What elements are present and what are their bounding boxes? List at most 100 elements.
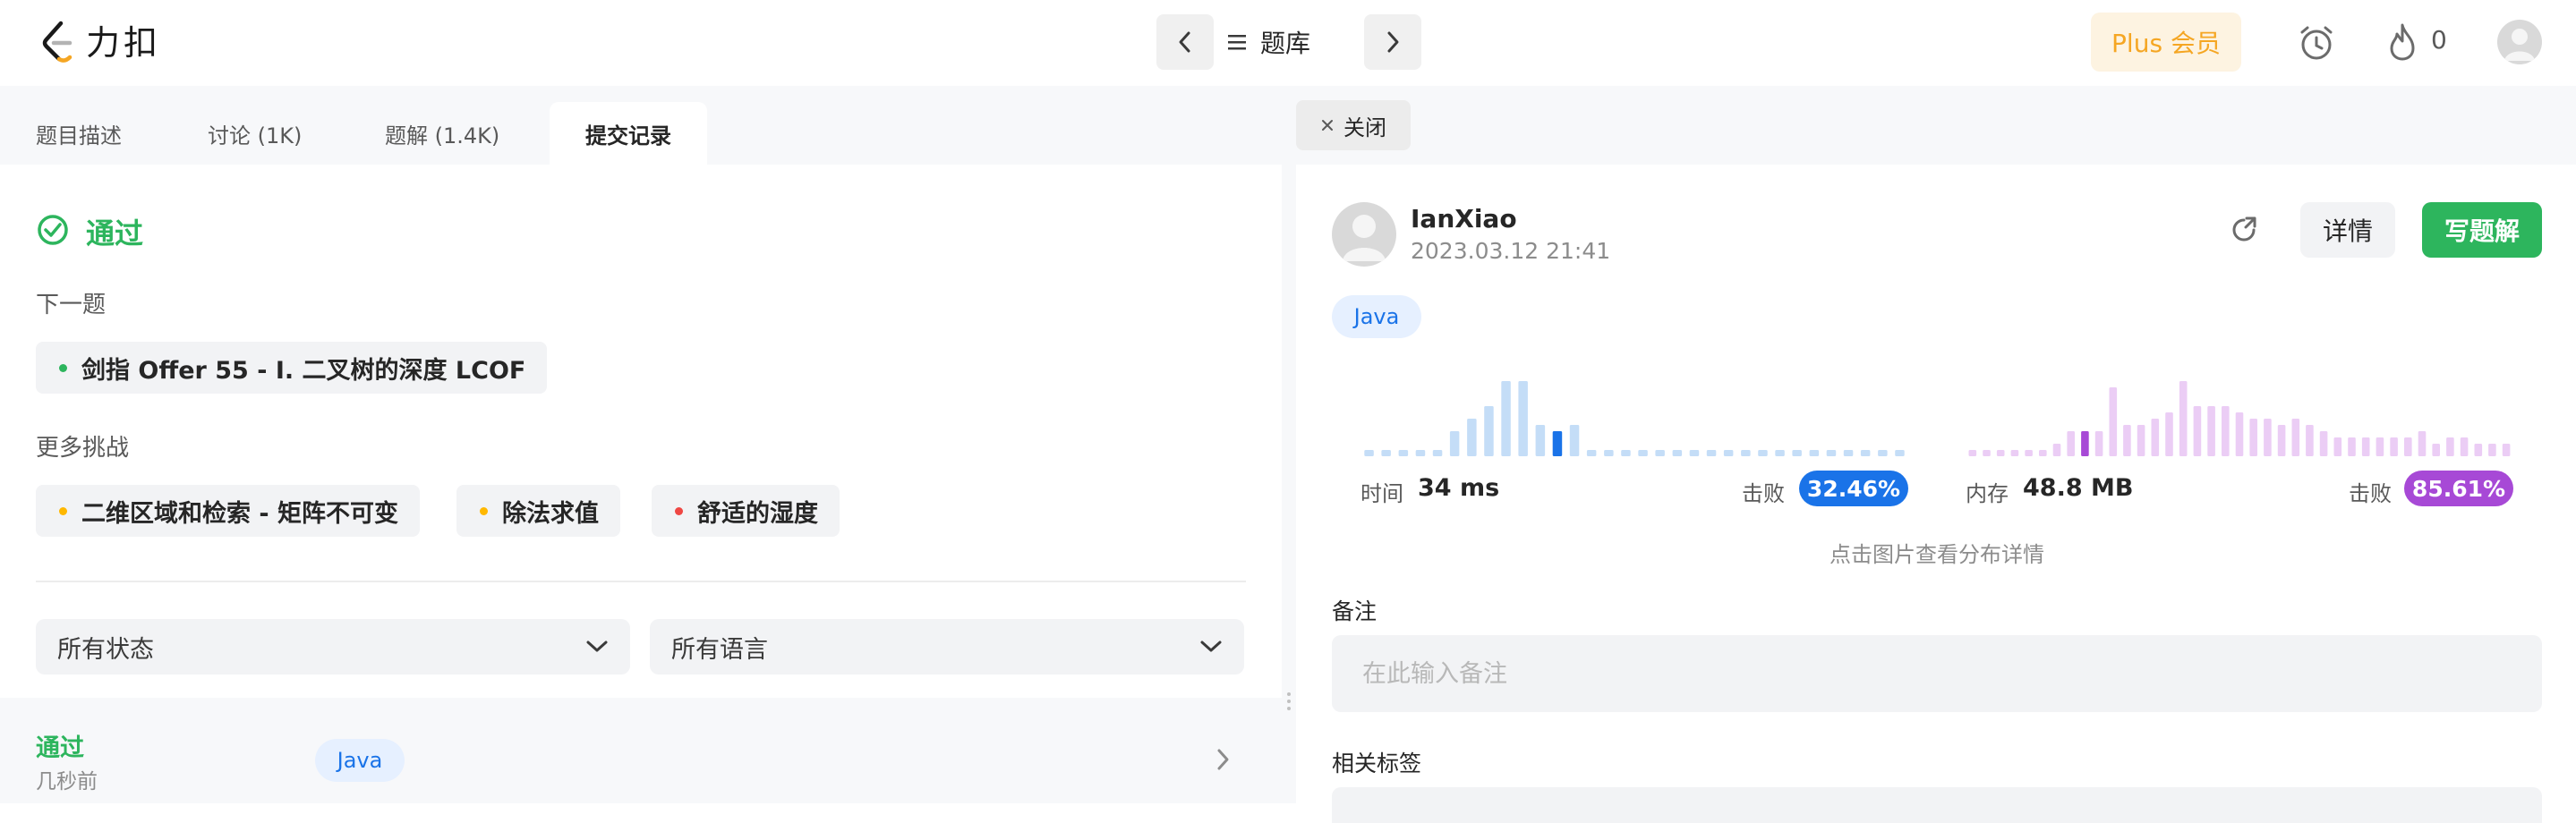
user-avatar[interactable] xyxy=(2497,20,2542,64)
chevron-right-icon xyxy=(1387,31,1399,53)
check-circle-icon xyxy=(38,215,68,245)
prev-problem-button[interactable] xyxy=(1156,14,1214,70)
chevron-down-icon xyxy=(586,641,608,652)
histogram-bar xyxy=(1484,406,1494,456)
submission-date: 2023.03.12 21:41 xyxy=(1411,238,1611,264)
histogram-bar xyxy=(2502,444,2511,456)
logo-text[interactable]: 力扣 xyxy=(86,21,161,64)
histogram-bar xyxy=(2446,437,2454,456)
memory-beats-badge: 85.61% xyxy=(2404,471,2513,506)
memory-label: 内存 xyxy=(1966,481,2009,506)
next-problem-title: 剑指 Offer 55 - I. 二叉树的深度 LCOF xyxy=(81,356,526,385)
runtime-label: 时间 xyxy=(1361,481,1403,506)
difficulty-dot xyxy=(59,363,67,372)
histogram-bar xyxy=(1655,450,1665,456)
note-input[interactable] xyxy=(1332,635,2542,712)
tab-discussion[interactable]: 讨论 (1K) xyxy=(208,102,302,165)
challenge-chip[interactable]: 除法求值 xyxy=(456,485,620,537)
runtime-beats-label: 击败 xyxy=(1742,481,1785,506)
tab-description[interactable]: 题目描述 xyxy=(36,102,122,165)
histogram-bar xyxy=(2249,419,2257,456)
histogram-bar xyxy=(2333,437,2342,456)
challenge-chip[interactable]: 舒适的湿度 xyxy=(652,485,840,537)
histogram-bar xyxy=(1792,450,1802,456)
submission-row[interactable] xyxy=(0,698,1282,803)
histogram-bar xyxy=(2025,450,2033,456)
language-badge: Java xyxy=(1332,295,1421,338)
histogram-bar xyxy=(2010,450,2019,456)
histogram-bar xyxy=(1467,419,1477,456)
submitter-avatar[interactable] xyxy=(1332,202,1396,267)
runtime-value: 34 ms xyxy=(1418,474,1500,502)
leetcode-logo-icon[interactable] xyxy=(39,20,75,64)
default-user-icon xyxy=(2504,29,2535,61)
memory-distribution-chart[interactable] xyxy=(1966,376,2513,456)
tab-solutions[interactable]: 题解 (1.4K) xyxy=(385,102,499,165)
histogram-bar xyxy=(1996,450,2005,456)
submission-language-badge: Java xyxy=(315,739,405,782)
histogram-bar-selected xyxy=(2081,431,2089,456)
histogram-bar xyxy=(1706,450,1717,456)
status-filter-select[interactable]: 所有状态 xyxy=(36,619,630,675)
chevron-down-icon xyxy=(1200,641,1222,652)
histogram-bar xyxy=(2137,425,2145,456)
histogram-bar xyxy=(2193,406,2202,456)
close-icon xyxy=(1322,120,1333,131)
result-status-title: 通过 xyxy=(86,216,144,250)
histogram-bar xyxy=(2264,419,2272,456)
histogram-bar xyxy=(1569,425,1580,456)
challenge-title: 二维区域和检索 - 矩阵不可变 xyxy=(81,499,399,528)
problem-list-button[interactable]: 题库 xyxy=(1226,14,1310,70)
submission-status: 通过 xyxy=(36,734,84,762)
fire-icon[interactable] xyxy=(2384,21,2420,63)
histogram-bar xyxy=(1826,450,1837,456)
challenge-title: 除法求值 xyxy=(502,499,599,528)
histogram-bar xyxy=(2094,431,2103,456)
panel-resize-handle[interactable] xyxy=(1282,86,1296,803)
histogram-bar xyxy=(1415,450,1426,456)
chevron-left-icon xyxy=(1179,31,1190,53)
histogram-bar xyxy=(1621,450,1631,456)
histogram-bar xyxy=(2277,425,2286,456)
details-button[interactable]: 详情 xyxy=(2300,202,2395,258)
write-solution-button[interactable]: 写题解 xyxy=(2422,202,2542,258)
chevron-right-icon[interactable] xyxy=(1214,746,1233,773)
related-tags-input[interactable] xyxy=(1332,787,2542,823)
tab-submissions[interactable]: 提交记录 xyxy=(550,102,707,165)
histogram-bar xyxy=(2123,425,2131,456)
histogram-bar xyxy=(2474,444,2483,456)
alarm-clock-icon[interactable] xyxy=(2297,23,2336,63)
histogram-bar xyxy=(2235,412,2244,456)
histogram-bar xyxy=(2039,450,2047,456)
share-icon[interactable] xyxy=(2229,215,2259,245)
language-filter-value: 所有语言 xyxy=(671,635,768,664)
difficulty-dot xyxy=(675,506,683,515)
histogram-bar xyxy=(1895,450,1905,456)
close-label: 关闭 xyxy=(1343,115,1386,140)
histogram-bar xyxy=(2306,425,2314,456)
more-challenges-label: 更多挑战 xyxy=(36,435,130,462)
histogram-bar xyxy=(2179,381,2188,456)
histogram-bar xyxy=(2418,431,2427,456)
challenge-chip[interactable]: 二维区域和检索 - 矩阵不可变 xyxy=(36,485,421,537)
histogram-bar xyxy=(1968,450,1977,456)
close-detail-tab[interactable]: 关闭 xyxy=(1296,100,1411,150)
runtime-distribution-chart[interactable] xyxy=(1361,376,1908,456)
histogram-bar xyxy=(1398,450,1409,456)
challenge-title: 舒适的湿度 xyxy=(697,499,818,528)
histogram-bar xyxy=(2348,437,2356,456)
histogram-bar xyxy=(1449,431,1460,456)
next-problem-button[interactable] xyxy=(1364,14,1421,70)
section-divider xyxy=(36,581,1246,582)
plus-membership-button[interactable]: Plus 会员 xyxy=(2091,13,2241,72)
related-tags-label: 相关标签 xyxy=(1332,751,1422,776)
language-filter-select[interactable]: 所有语言 xyxy=(650,619,1244,675)
submitter-name[interactable]: IanXiao xyxy=(1411,204,1517,233)
right-tab-bar xyxy=(1296,86,2576,165)
chart-hint-text: 点击图片查看分布详情 xyxy=(1830,542,2044,567)
histogram-bar xyxy=(2109,387,2118,456)
histogram-bar xyxy=(2488,444,2496,456)
next-problem-chip[interactable]: 剑指 Offer 55 - I. 二叉树的深度 LCOF xyxy=(36,342,548,394)
histogram-bar xyxy=(1604,450,1614,456)
histogram-bar xyxy=(1689,450,1700,456)
